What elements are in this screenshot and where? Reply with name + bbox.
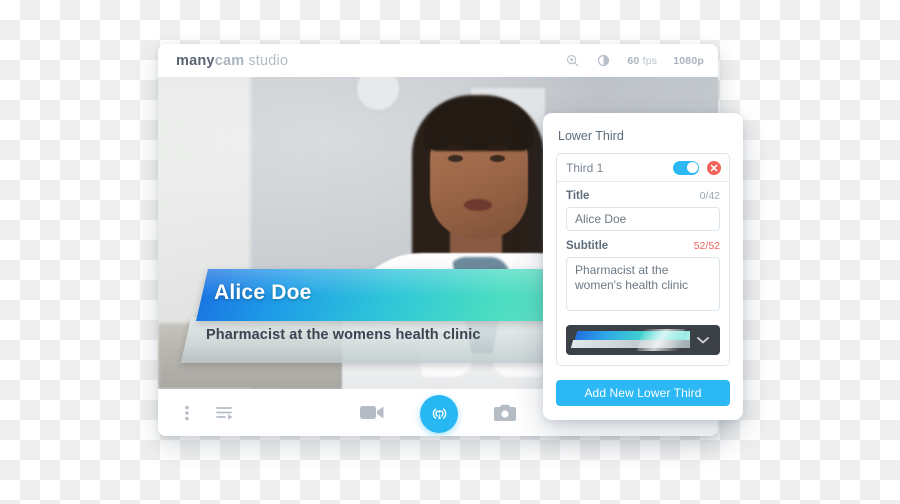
panel-heading: Lower Third	[558, 129, 624, 143]
hair-front	[424, 99, 534, 151]
subtitle-label: Subtitle	[566, 240, 609, 252]
thumb-glare	[636, 329, 686, 351]
video-camera-icon[interactable]	[360, 404, 384, 421]
subtitle-textarea[interactable]	[566, 257, 720, 311]
style-preview-thumbnail	[570, 329, 690, 351]
lower-third-title-text: Alice Doe	[214, 281, 312, 304]
broadcast-button[interactable]	[420, 394, 458, 433]
fps-unit: fps	[642, 54, 658, 67]
mouth	[464, 199, 492, 211]
title-counter: 0/42	[699, 190, 720, 202]
title-input[interactable]	[566, 207, 720, 231]
logo-cam: cam	[214, 52, 245, 69]
title-field-row: Title 0/42	[566, 190, 720, 202]
eye	[448, 155, 463, 162]
fps-value: 60	[627, 54, 640, 67]
eyebrow	[446, 145, 465, 150]
eye	[490, 155, 505, 162]
item-actions	[673, 160, 721, 175]
app-header: manycam studio 60 fps 1080p	[158, 44, 718, 77]
toggle-knob	[686, 162, 698, 173]
lower-third-panel: Lower Third Third 1 Title 0/42 Alice Doe…	[543, 113, 743, 420]
toolbar-left-group	[158, 404, 234, 422]
resolution-indicator: 1080p	[673, 54, 704, 67]
camera-snapshot-icon[interactable]	[494, 404, 516, 422]
brightness-contrast-icon[interactable]	[596, 53, 611, 68]
subtitle-field-row: Subtitle 52/52	[566, 240, 720, 252]
lower-third-item-card: Third 1 Title 0/42 Alice Doe Subtitle 52…	[556, 153, 730, 366]
more-vertical-icon[interactable]	[180, 404, 194, 422]
lower-third-item-name: Third 1	[566, 160, 604, 175]
header-controls: 60 fps 1080p	[565, 53, 704, 68]
lower-third-item-header: Third 1	[557, 154, 729, 182]
logo-many: many	[176, 52, 215, 69]
app-logo: manycam studio	[176, 53, 288, 69]
screenshot-root: manycam studio 60 fps 1080p Alice Doe Ph…	[0, 0, 900, 504]
fps-indicator: 60 fps	[627, 55, 657, 67]
close-circle-icon[interactable]	[707, 160, 721, 175]
lower-third-style-select[interactable]	[566, 325, 720, 355]
logo-studio: studio	[248, 52, 289, 69]
title-label: Title	[566, 190, 590, 202]
zoom-in-icon[interactable]	[565, 53, 580, 68]
add-new-lower-third-button[interactable]: Add New Lower Third	[556, 380, 730, 406]
lower-third-item-body: Title 0/42 Subtitle 52/52	[557, 182, 729, 365]
enable-toggle[interactable]	[673, 160, 699, 175]
chevron-down-icon[interactable]	[690, 336, 716, 344]
subtitle-counter: 52/52	[693, 240, 720, 252]
playlist-play-icon[interactable]	[216, 405, 234, 421]
eyebrow	[488, 145, 507, 150]
